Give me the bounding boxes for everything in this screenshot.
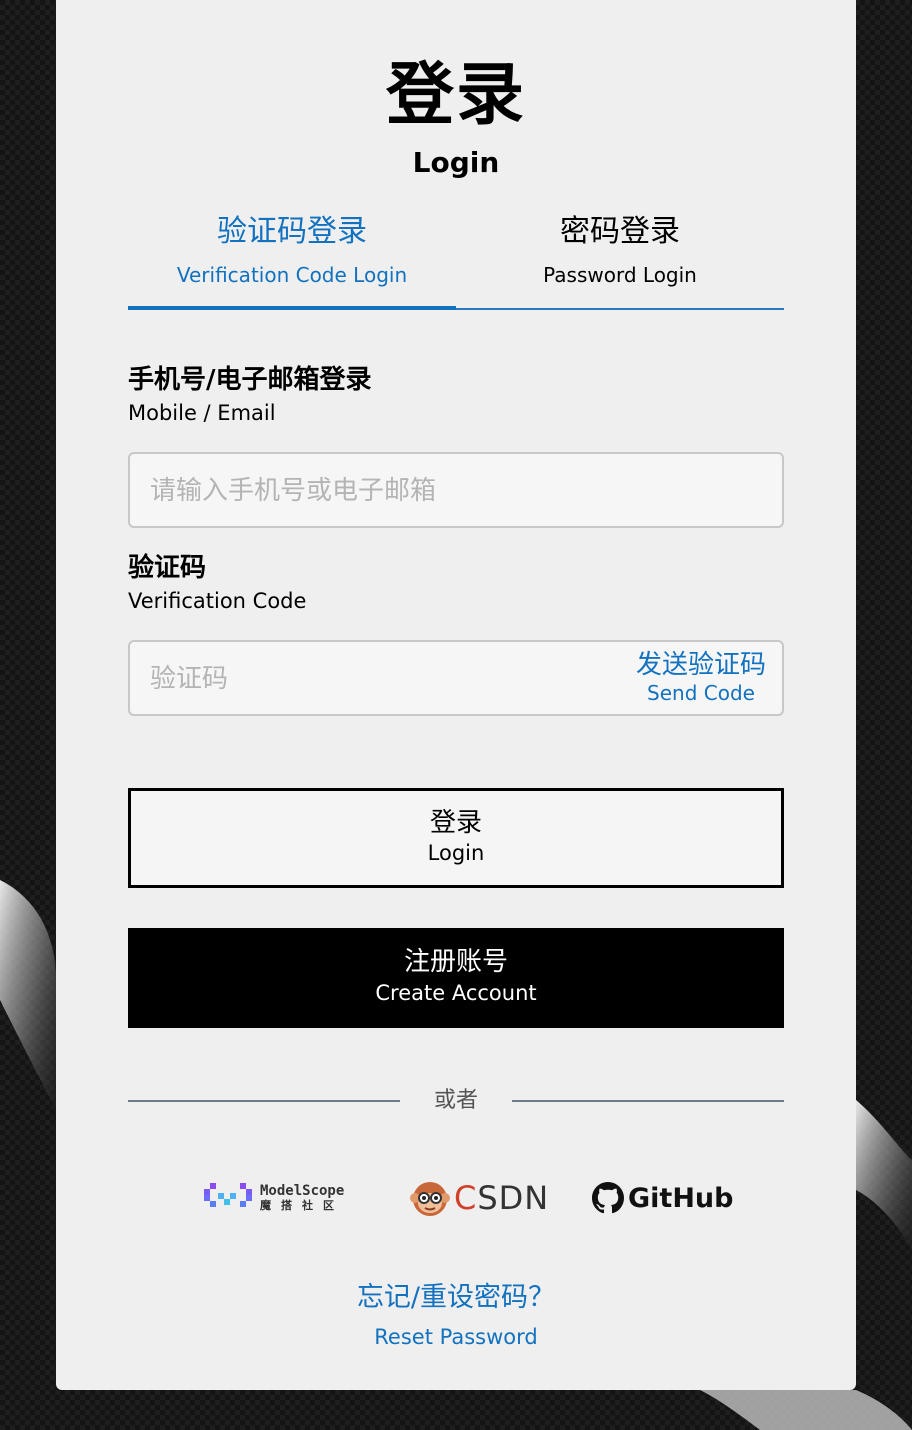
- page-subtitle: Login: [412, 146, 500, 179]
- divider-line-left: [128, 1100, 400, 1102]
- code-label-en: Verification Code: [128, 589, 307, 613]
- modelscope-wordmark: ModelScope: [260, 1183, 345, 1199]
- code-field-box: 发送验证码 Send Code: [128, 640, 784, 716]
- modelscope-login-button[interactable]: ModelScope 魔搭社区: [204, 1170, 344, 1226]
- divider-or-text: 或者: [433, 1088, 478, 1113]
- csdn-login-button[interactable]: CSDN: [410, 1170, 549, 1226]
- account-input[interactable]: [148, 454, 592, 528]
- tab-label: 验证码登录: [217, 214, 367, 249]
- login-button-label-en: Login: [427, 841, 485, 865]
- page-title: 登录: [385, 56, 526, 135]
- divider-line-right: [512, 1100, 784, 1102]
- tab-label-en: Verification Code Login: [176, 263, 408, 287]
- csdn-wordmark-c: C: [454, 1179, 478, 1217]
- send-code-button[interactable]: 发送验证码 Send Code: [636, 650, 766, 706]
- create-account-label: 注册账号: [403, 947, 508, 977]
- verification-code-input[interactable]: [148, 642, 592, 716]
- tab-label-en: Password Login: [543, 263, 697, 287]
- login-card: 登录 Login 验证码登录 Verification Code Login 密…: [56, 0, 856, 1390]
- login-button-label: 登录: [429, 808, 482, 838]
- account-label: 手机号/电子邮箱登录 Mobile / Email: [128, 362, 372, 428]
- account-label-en: Mobile / Email: [128, 401, 276, 425]
- code-label-zh: 验证码: [128, 553, 207, 583]
- modelscope-subtitle: 魔搭社区: [260, 1199, 344, 1212]
- code-label: 验证码 Verification Code: [128, 550, 306, 616]
- csdn-wordmark-rest: SDN: [477, 1179, 550, 1217]
- send-code-label: 发送验证码: [635, 650, 766, 680]
- tab-verification-code-login[interactable]: 验证码登录 Verification Code Login: [128, 208, 456, 294]
- reset-password-label: 忘记/重设密码？: [356, 1282, 556, 1313]
- reset-password-link[interactable]: 忘记/重设密码？ Reset Password: [56, 1278, 856, 1356]
- login-button[interactable]: 登录 Login: [128, 788, 784, 888]
- tab-label: 密码登录: [560, 214, 680, 249]
- active-tab-indicator: [128, 306, 456, 310]
- github-wordmark: GitHub: [628, 1182, 734, 1214]
- csdn-mascot-icon: [410, 1182, 450, 1216]
- account-label-zh: 手机号/电子邮箱登录: [128, 365, 372, 395]
- tab-password-login[interactable]: 密码登录 Password Login: [456, 208, 784, 294]
- create-account-label-en: Create Account: [375, 981, 537, 1005]
- send-code-label-en: Send Code: [647, 681, 755, 705]
- modelscope-logo-icon: [204, 1183, 252, 1207]
- create-account-button[interactable]: 注册账号 Create Account: [128, 928, 784, 1028]
- github-icon: [592, 1182, 624, 1214]
- reset-password-label-en: Reset Password: [374, 1325, 538, 1349]
- account-field-box: [128, 452, 784, 528]
- github-login-button[interactable]: GitHub: [592, 1170, 733, 1226]
